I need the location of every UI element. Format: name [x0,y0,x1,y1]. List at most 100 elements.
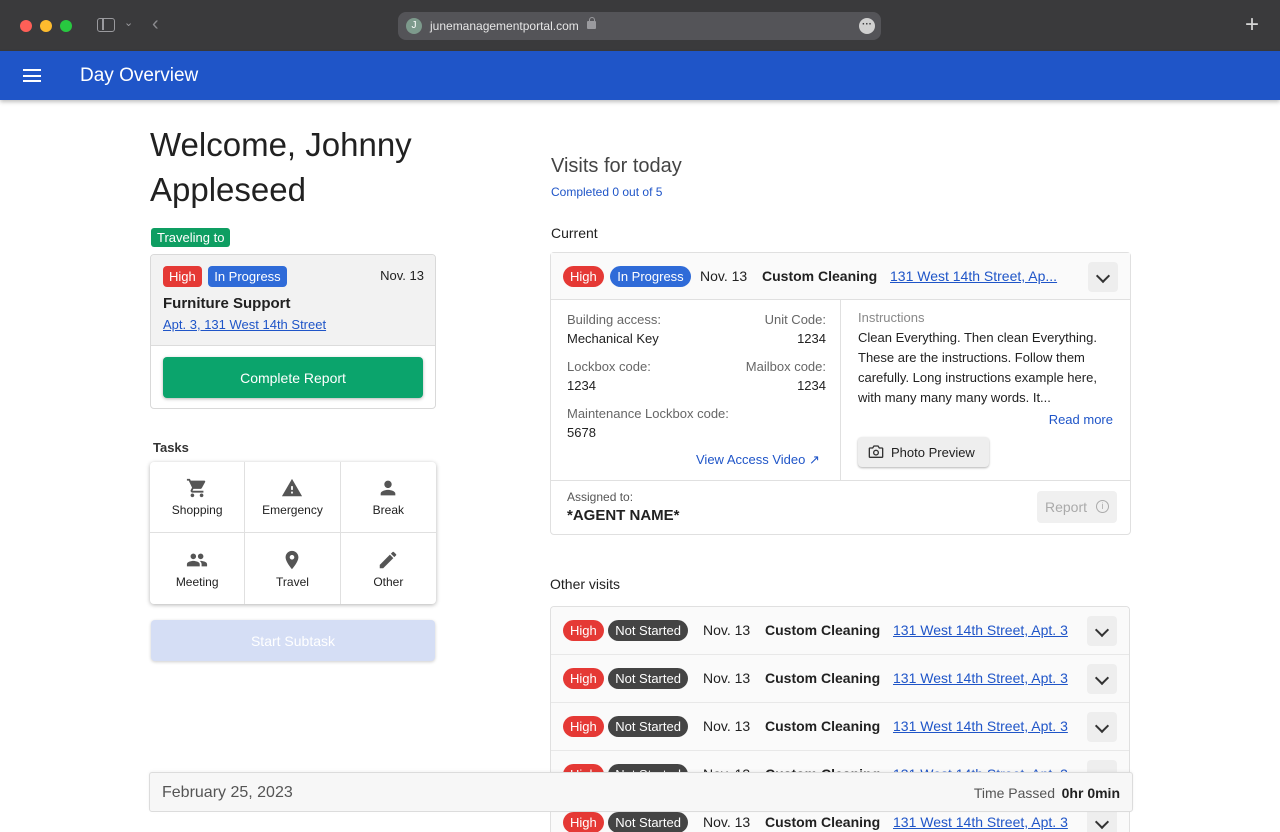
new-tab-icon[interactable]: + [1245,11,1259,39]
expand-chevron-icon[interactable] [1087,616,1117,646]
current-visit-header[interactable]: High In Progress Nov. 13 Custom Cleaning… [551,253,1130,300]
task-meeting[interactable]: Meeting [150,533,246,604]
priority-badge: High [563,266,604,287]
time-passed-label: Time Passed [973,785,1055,801]
browser-chrome: ⌄ ‹ J junemanagementportal.com ··· + [0,0,1280,51]
instructions-panel: Instructions Clean Everything. Then clea… [842,300,1130,480]
visit-row[interactable]: High Not Started Nov. 13 Custom Cleaning… [551,655,1129,703]
tasks-label: Tasks [153,440,189,455]
access-details: Building access: Mechanical Key Unit Cod… [551,300,841,480]
footer-bar: February 25, 2023 Time Passed 0hr 0min [149,772,1133,812]
camera-icon [868,445,884,458]
visit-address-link[interactable]: 131 West 14th Street, Ap... [890,268,1057,284]
task-break[interactable]: Break [340,462,436,533]
start-subtask-button[interactable]: Start Subtask [151,620,435,661]
status-badge: Not Started [608,668,688,689]
location-pin-icon [286,550,299,569]
chevron-down-icon[interactable]: ⌄ [124,16,133,29]
app-bar: Day Overview [0,51,1280,100]
welcome-heading: Welcome, Johnny Appleseed [150,126,412,208]
visit-type: Custom Cleaning [765,622,881,638]
visit-type: Custom Cleaning [762,268,878,284]
visit-row[interactable]: High Not Started Nov. 13 Custom Cleaning… [551,607,1129,655]
task-shopping[interactable]: Shopping [150,462,246,533]
visit-date: Nov. 13 [703,622,751,638]
page-title: Day Overview [80,65,199,86]
collapse-chevron-icon[interactable] [1088,262,1118,292]
visit-address-link[interactable]: 131 West 14th Street, Apt. 3 [893,814,1068,830]
other-visits-label: Other visits [550,576,621,592]
visit-address-link[interactable]: 131 West 14th Street, Apt. 3 [893,670,1068,686]
url-text: junemanagementportal.com [430,19,579,33]
priority-badge: High [563,620,604,641]
close-window-button[interactable] [20,20,32,32]
task-emergency[interactable]: Emergency [245,462,341,533]
visit-type: Custom Cleaning [765,718,881,734]
assigned-agent-name: *AGENT NAME* [567,507,680,524]
visit-date: Nov. 13 [703,718,751,734]
visit-address-link[interactable]: 131 West 14th Street, Apt. 3 [893,622,1068,638]
priority-badge: High [163,266,202,287]
task-label: Break [372,503,404,517]
priority-badge: High [563,716,604,737]
maximize-window-button[interactable] [60,20,72,32]
visit-date: Nov. 13 [703,670,751,686]
read-more-link[interactable]: Read more [1049,412,1113,427]
warning-icon [282,478,303,497]
pencil-icon [380,551,397,568]
mailbox-label: Mailbox code: [745,359,826,374]
priority-badge: High [563,812,604,832]
info-icon: i [1096,500,1109,513]
visit-type: Custom Cleaning [765,814,881,830]
maintenance-lockbox-value: 5678 [567,425,596,440]
visit-date: Nov. 13 [703,814,751,830]
expand-chevron-icon[interactable] [1087,664,1117,694]
expand-chevron-icon[interactable] [1087,712,1117,742]
lockbox-value: 1234 [567,378,596,393]
tasks-grid: Shopping Emergency Break Meeting Travel … [150,462,436,604]
mailbox-value: 1234 [797,378,826,393]
sidebar-toggle-icon[interactable] [97,18,115,32]
lockbox-label: Lockbox code: [567,359,651,374]
address-bar[interactable]: J junemanagementportal.com ··· [398,12,881,40]
current-visit-card: High In Progress Nov. 13 Custom Cleaning… [550,252,1131,535]
visit-type: Custom Cleaning [765,670,881,686]
visit-row[interactable]: High Not Started Nov. 13 Custom Cleaning… [551,703,1129,751]
visit-address-link[interactable]: 131 West 14th Street, Apt. 3 [893,718,1068,734]
current-date: February 25, 2023 [162,784,293,801]
complete-report-button[interactable]: Complete Report [163,357,423,398]
instructions-label: Instructions [858,310,925,325]
task-travel[interactable]: Travel [245,533,341,604]
task-label: Meeting [175,574,219,589]
priority-badge: High [563,668,604,689]
time-passed-value: 0hr 0min [1061,785,1120,801]
building-access-value: Mechanical Key [567,331,659,346]
unit-code-label: Unit Code: [764,312,826,327]
more-options-icon[interactable]: ··· [859,18,875,34]
visit-date: Nov. 13 [700,268,748,284]
back-arrow-icon[interactable]: ‹ [152,13,159,36]
cart-icon [187,478,206,498]
task-label: Shopping [171,503,223,517]
status-badge: In Progress [610,266,691,287]
building-access-label: Building access: [567,312,661,327]
menu-icon[interactable] [23,69,41,82]
person-icon [380,480,396,496]
report-button[interactable]: Report i [1037,491,1117,523]
task-label: Travel [276,574,309,589]
status-badge: Not Started [608,812,688,832]
assigned-label: Assigned to: [567,490,634,504]
trip-address-link[interactable]: Apt. 3, 131 West 14th Street [163,317,326,332]
task-other[interactable]: Other [341,533,436,604]
status-badge: Not Started [608,716,688,737]
trip-card-header: High In Progress Nov. 13 Furniture Suppo… [151,255,435,346]
view-access-video-link[interactable]: View Access Video ↗ [696,452,820,468]
minimize-window-button[interactable] [40,20,52,32]
task-label: Other [373,574,404,589]
trip-date: Nov. 13 [380,268,424,283]
status-badge: Not Started [608,620,688,641]
trip-card: High In Progress Nov. 13 Furniture Suppo… [150,254,436,409]
traveling-status-chip: Traveling to [151,228,231,247]
assignment-panel: Assigned to: *AGENT NAME* Report i [551,480,1130,534]
photo-preview-button[interactable]: Photo Preview [858,437,989,467]
